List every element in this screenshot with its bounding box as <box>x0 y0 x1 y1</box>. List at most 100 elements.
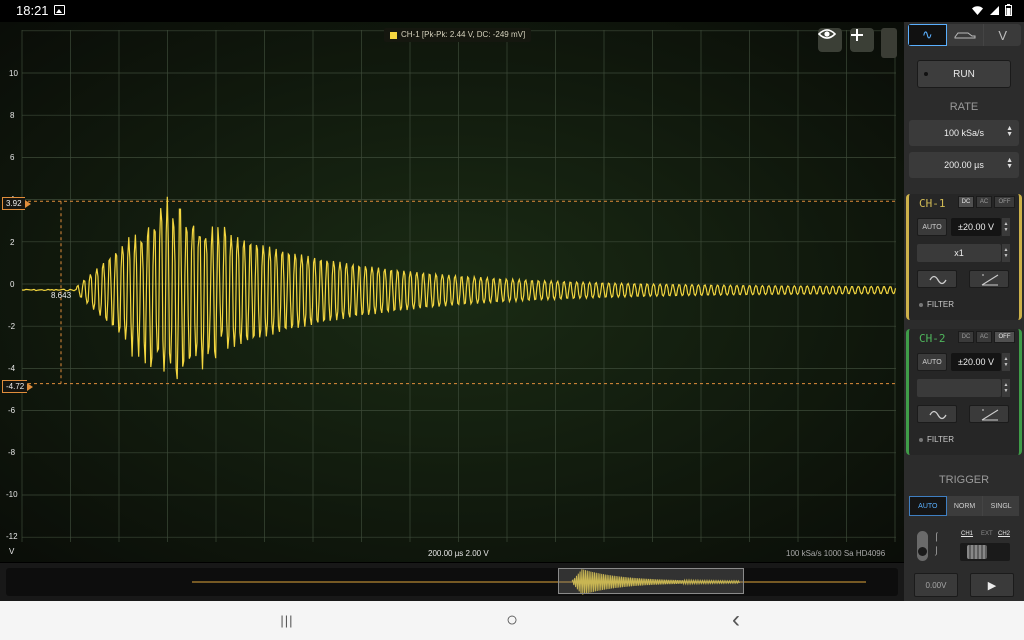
ch2-filter[interactable]: FILTER <box>919 435 954 444</box>
legend-text: CH-1 [Pk-Pk: 2.44 V, DC: -249 mV] <box>401 30 526 39</box>
add-button[interactable] <box>850 28 874 52</box>
battery-icon <box>1005 4 1012 16</box>
signal-icon <box>990 5 999 15</box>
cursor-marker-bottom[interactable]: -4.72 <box>2 380 34 393</box>
ch1-auto-button[interactable]: AUTO <box>917 218 947 236</box>
y-tick: -2 <box>8 322 16 331</box>
rate-value: 100 kSa/s <box>943 128 985 138</box>
ch1-invert-button[interactable] <box>917 270 957 288</box>
ch1-scale-button[interactable] <box>969 270 1009 288</box>
y-tick: 10 <box>9 69 18 78</box>
trigger-mode-tabs: AUTO NORM SINGL <box>909 496 1020 516</box>
ch1-filter-label: FILTER <box>927 300 954 309</box>
image-icon <box>54 5 65 15</box>
ch2-coupling-ac[interactable]: AC <box>976 331 992 343</box>
run-label: RUN <box>953 68 975 80</box>
recents-button[interactable]: ||| <box>272 609 302 631</box>
timebase-select[interactable]: 200.00 µs ▲ ▼ <box>909 152 1019 178</box>
status-bar: 18:21 <box>0 0 1024 22</box>
trigger-source-thumb[interactable] <box>967 545 987 559</box>
trigger-single[interactable]: SINGL <box>983 496 1020 516</box>
plus-icon <box>851 29 863 41</box>
updown-icon: ▲ ▼ <box>1006 157 1013 170</box>
trigger-source-ch2[interactable]: CH2 <box>998 531 1010 537</box>
trigger-source-ch1[interactable]: CH1 <box>961 531 973 537</box>
play-button[interactable]: ▶ <box>970 573 1014 597</box>
cursor-time-label: 8.643 <box>51 291 72 300</box>
eye-icon <box>818 29 836 39</box>
ch2-invert-button[interactable] <box>917 405 957 423</box>
trigger-auto[interactable]: AUTO <box>909 496 947 516</box>
ch1-coupling-off[interactable]: OFF <box>994 196 1015 208</box>
status-icons <box>971 4 1012 16</box>
tab-scope[interactable]: ∿ <box>908 24 947 46</box>
voltmeter-icon: V <box>998 27 1008 43</box>
status-time: 18:21 <box>16 3 49 18</box>
ramp-icon <box>981 409 999 421</box>
updown-icon: ▲ ▼ <box>1006 125 1013 138</box>
rising-edge-icon: ⌠ <box>934 532 939 541</box>
ch1-coupling-ac[interactable]: AC <box>976 196 992 208</box>
home-icon: ○ <box>505 608 519 631</box>
back-button[interactable]: ‹ <box>721 606 751 633</box>
ch1-name: CH-1 <box>919 197 946 210</box>
ch1-probe-updown-icon[interactable]: ▲ ▼ <box>1002 244 1010 262</box>
y-tick: 0 <box>10 280 15 289</box>
y-tick: -12 <box>6 532 18 541</box>
rate-title: RATE <box>949 101 979 113</box>
ch2-probe-select[interactable] <box>917 379 1001 397</box>
timebase-label: 200.00 µs 2.00 V <box>428 549 489 558</box>
y-tick: 2 <box>10 238 15 247</box>
ch2-filter-label: FILTER <box>927 435 954 444</box>
ch2-probe-updown-icon[interactable]: ▲ ▼ <box>1002 379 1010 397</box>
ch1-probe-select[interactable]: x1 <box>917 244 1001 262</box>
rate-select[interactable]: 100 kSa/s ▲ ▼ <box>909 120 1019 146</box>
overview-trace <box>192 569 866 595</box>
run-led <box>924 72 928 76</box>
trigger-source-slider[interactable] <box>960 543 1010 561</box>
ch2-panel: CH-2 DC AC OFF AUTO ±20.00 V ▲ ▼ ▲ ▼ FILTE… <box>906 329 1022 455</box>
tab-voltmeter[interactable]: V <box>984 24 1021 46</box>
recents-icon: ||| <box>280 612 294 628</box>
run-button[interactable]: RUN <box>917 60 1011 88</box>
nav-bar: ||| ○ ‹ <box>0 601 1024 640</box>
car-icon <box>954 32 976 39</box>
ch2-name: CH-2 <box>919 332 946 345</box>
trigger-source-ext[interactable]: EXT <box>981 531 993 537</box>
ch1-swatch <box>390 31 397 39</box>
ch1-volt-range[interactable]: ±20.00 V <box>951 218 1001 236</box>
y-tick: -8 <box>8 448 16 457</box>
mode-tabs: ∿ V <box>908 24 1021 46</box>
ch2-volt-updown-icon[interactable]: ▲ ▼ <box>1002 353 1010 371</box>
trigger-title: TRIGGER <box>938 474 990 486</box>
play-icon: ▶ <box>987 579 997 592</box>
y-tick: -6 <box>8 406 16 415</box>
trigger-level[interactable]: 0.00V <box>914 573 958 597</box>
home-button[interactable]: ○ <box>497 609 527 631</box>
y-unit-label: V <box>9 547 15 556</box>
acquisition-info: 100 kSa/s 1000 Sa HD4096 <box>786 549 886 558</box>
overview-strip[interactable] <box>0 563 904 601</box>
trace-legend: CH-1 [Pk-Pk: 2.44 V, DC: -249 mV] <box>384 28 532 42</box>
back-icon: ‹ <box>732 606 740 633</box>
ch1-volt-updown-icon[interactable]: ▲ ▼ <box>1002 218 1010 236</box>
tab-automotive[interactable] <box>946 24 985 46</box>
panel-drag-handle[interactable] <box>881 28 897 58</box>
scope-canvas[interactable] <box>0 22 904 562</box>
ch2-scale-button[interactable] <box>969 405 1009 423</box>
ch2-auto-button[interactable]: AUTO <box>917 353 947 371</box>
eye-button[interactable] <box>818 28 842 52</box>
ch1-filter[interactable]: FILTER <box>919 300 954 309</box>
ch2-coupling-dc[interactable]: DC <box>958 331 974 343</box>
ch2-coupling-off[interactable]: OFF <box>994 331 1015 343</box>
ch1-filter-dot <box>919 302 923 307</box>
scope-screen[interactable]: CH-1 [Pk-Pk: 2.44 V, DC: -249 mV] 10 8 6… <box>0 22 904 562</box>
trigger-edge-toggle[interactable] <box>917 531 928 561</box>
trigger-norm[interactable]: NORM <box>946 496 984 516</box>
ch1-coupling-dc[interactable]: DC <box>958 196 974 208</box>
ch2-volt-range[interactable]: ±20.00 V <box>951 353 1001 371</box>
ch2-filter-dot <box>919 437 923 442</box>
cursor-marker-top[interactable]: 3.92 <box>2 197 31 210</box>
overview-window[interactable] <box>558 568 744 594</box>
control-panel: ∿ V RUN RATE 100 kSa/s ▲ ▼ 200.00 µs ▲ ▼ C… <box>904 22 1024 601</box>
